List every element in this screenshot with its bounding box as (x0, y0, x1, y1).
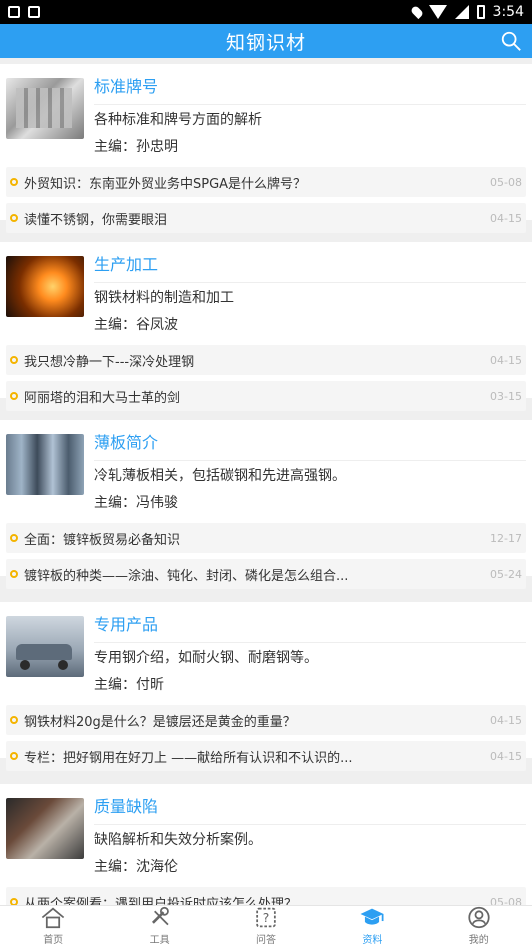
category-thumbnail[interactable] (6, 256, 84, 317)
news-item[interactable]: 专栏：把好钢用在好刀上 ——献给所有认识和不认识的... 04-15 (6, 741, 526, 771)
category-title[interactable]: 质量缺陷 (94, 790, 526, 825)
bullet-icon (10, 570, 18, 578)
bullet-icon (10, 356, 18, 364)
bullet-icon (10, 214, 18, 222)
category-title[interactable]: 薄板简介 (94, 426, 526, 461)
nav-home[interactable]: 首页 (0, 906, 106, 946)
user-icon (468, 906, 490, 929)
category-editor: 主编：谷凤波 (94, 317, 178, 333)
category-thumbnail[interactable] (6, 78, 84, 139)
category-card[interactable]: 质量缺陷 缺陷解析和失效分析案例。 主编：沈海伦 从两个案例看：遇到用户投诉时应… (0, 784, 532, 906)
category-description: 冷轧薄板相关，包括碳钢和先进高强钢。 (94, 468, 346, 484)
news-title[interactable]: 全面：镀锌板贸易必备知识 (24, 529, 482, 548)
news-date: 04-15 (490, 353, 522, 367)
news-item[interactable]: 阿丽塔的泪和大马士革的剑 03-15 (6, 381, 526, 411)
nav-label: 我的 (468, 935, 489, 946)
category-thumbnail[interactable] (6, 798, 84, 859)
nav-qa[interactable]: ? 问答 (213, 906, 319, 946)
category-card[interactable]: 薄板简介 冷轧薄板相关，包括碳钢和先进高强钢。 主编：冯伟骏 全面：镀锌板贸易必… (0, 420, 532, 589)
bullet-icon (10, 392, 18, 400)
news-date: 03-15 (490, 389, 522, 403)
news-title[interactable]: 我只想冷静一下---深冷处理钢 (24, 351, 482, 370)
location-icon (409, 4, 424, 20)
news-title[interactable]: 从两个案例看：遇到用户投诉时应该怎么处理？ (24, 893, 482, 907)
bottom-navigation: 首页 工具 ? 问答 资料 我的 (0, 905, 532, 946)
category-title[interactable]: 专用产品 (94, 608, 526, 643)
news-item[interactable]: 读懂不锈钢，你需要眼泪 04-15 (6, 203, 526, 233)
category-card[interactable]: 生产加工 钢铁材料的制造和加工 主编：谷凤波 我只想冷静一下---深冷处理钢 0… (0, 242, 532, 411)
category-description: 专用钢介绍，如耐火钢、耐磨钢等。 (94, 650, 318, 666)
content-list[interactable]: 标准牌号 各种标准和牌号方面的解析 主编：孙忠明 外贸知识：东南亚外贸业务中SP… (0, 58, 532, 906)
news-title[interactable]: 阿丽塔的泪和大马士革的剑 (24, 387, 482, 406)
news-title[interactable]: 外贸知识：东南亚外贸业务中SPGA是什么牌号？ (24, 173, 482, 192)
news-date: 04-15 (490, 713, 522, 727)
news-title[interactable]: 专栏：把好钢用在好刀上 ——献给所有认识和不认识的... (24, 747, 482, 766)
news-item[interactable]: 钢铁材料20g是什么？是镀层还是黄金的重量？ 04-15 (6, 705, 526, 735)
category-description: 钢铁材料的制造和加工 (94, 290, 234, 306)
news-date: 04-15 (490, 749, 522, 763)
category-card[interactable]: 标准牌号 各种标准和牌号方面的解析 主编：孙忠明 外贸知识：东南亚外贸业务中SP… (0, 64, 532, 233)
bullet-icon (10, 534, 18, 542)
news-item[interactable]: 外贸知识：东南亚外贸业务中SPGA是什么牌号？ 05-08 (6, 167, 526, 197)
news-title[interactable]: 读懂不锈钢，你需要眼泪 (24, 209, 482, 228)
nav-label: 问答 (255, 935, 276, 946)
category-editor: 主编：冯伟骏 (94, 495, 178, 511)
category-editor: 主编：孙忠明 (94, 139, 178, 155)
news-item[interactable]: 从两个案例看：遇到用户投诉时应该怎么处理？ 05-08 (6, 887, 526, 906)
status-bar: 3:54 (0, 0, 532, 24)
graduation-cap-icon (360, 908, 384, 925)
nav-profile[interactable]: 我的 (426, 906, 532, 946)
bullet-icon (10, 716, 18, 724)
bullet-icon (10, 178, 18, 186)
category-title[interactable]: 生产加工 (94, 248, 526, 283)
app-icon (28, 6, 40, 18)
status-time: 3:54 (492, 4, 524, 20)
wifi-icon (428, 5, 447, 19)
news-date: 04-15 (490, 211, 522, 225)
category-editor: 主编：沈海伦 (94, 859, 178, 875)
status-right: 3:54 (409, 4, 524, 20)
category-thumbnail[interactable] (6, 434, 84, 495)
news-date: 12-17 (490, 531, 522, 545)
search-icon[interactable] (500, 30, 522, 52)
status-left (8, 6, 40, 18)
bullet-icon (10, 752, 18, 760)
news-title[interactable]: 镀锌板的种类——涂油、钝化、封闭、磷化是怎么组合... (24, 565, 482, 584)
home-icon (42, 907, 65, 929)
news-item[interactable]: 我只想冷静一下---深冷处理钢 04-15 (6, 345, 526, 375)
nav-label: 工具 (149, 935, 170, 946)
tools-icon (151, 906, 169, 926)
news-date: 05-08 (490, 175, 522, 189)
news-item[interactable]: 全面：镀锌板贸易必备知识 12-17 (6, 523, 526, 553)
battery-icon (476, 5, 485, 19)
svg-text:?: ? (263, 911, 270, 925)
app-bar: 知钢识材 (0, 24, 532, 58)
category-editor: 主编：付昕 (94, 677, 164, 693)
category-card[interactable]: 专用产品 专用钢介绍，如耐火钢、耐磨钢等。 主编：付昕 钢铁材料20g是什么？是… (0, 602, 532, 771)
nav-label: 首页 (43, 935, 64, 946)
category-description: 缺陷解析和失效分析案例。 (94, 832, 262, 848)
nav-resources[interactable]: 资料 (319, 906, 425, 946)
signal-icon (454, 5, 469, 19)
nav-tools[interactable]: 工具 (107, 906, 213, 946)
notification-icon (8, 6, 20, 18)
question-icon: ? (256, 907, 276, 928)
page-title: 知钢识材 (225, 31, 306, 54)
nav-label: 资料 (362, 935, 383, 946)
category-title[interactable]: 标准牌号 (94, 70, 526, 105)
news-item[interactable]: 镀锌板的种类——涂油、钝化、封闭、磷化是怎么组合... 05-24 (6, 559, 526, 589)
category-description: 各种标准和牌号方面的解析 (94, 112, 262, 128)
category-thumbnail[interactable] (6, 616, 84, 677)
news-date: 05-24 (490, 567, 522, 581)
news-title[interactable]: 钢铁材料20g是什么？是镀层还是黄金的重量？ (24, 711, 482, 730)
